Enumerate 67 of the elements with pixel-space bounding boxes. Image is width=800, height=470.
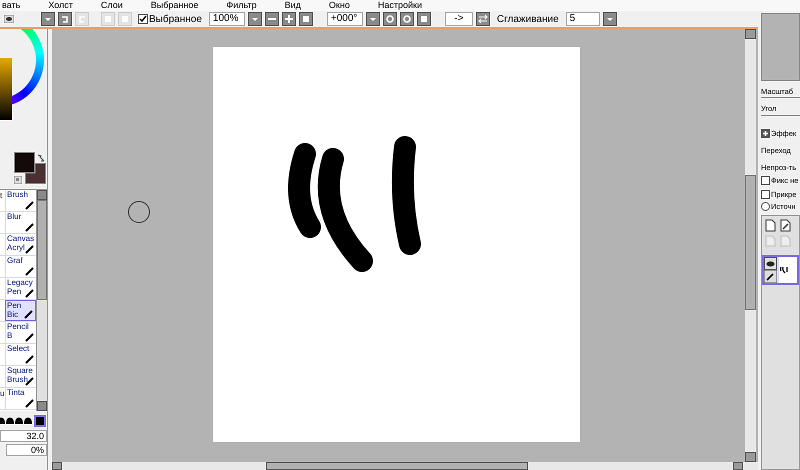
brush-size-field[interactable]: 32.0 (0, 430, 47, 442)
angle-field[interactable]: +000° (326, 12, 363, 26)
undo-button[interactable] (58, 12, 72, 26)
horizontal-scrollbar[interactable] (52, 462, 758, 470)
new-layer-icon[interactable] (765, 219, 776, 232)
menu-item[interactable]: Окно (328, 0, 350, 11)
menu-item[interactable]: Вид (284, 0, 301, 11)
dropdown-button[interactable] (41, 12, 55, 26)
smoothing-dropdown-button[interactable] (602, 12, 617, 26)
brush-cursor (128, 201, 150, 223)
menu-item[interactable]: Слои (100, 0, 123, 11)
tool-scrollbar[interactable] (36, 190, 47, 411)
pen-icon (25, 244, 35, 254)
menu-item[interactable]: Выбранное (150, 0, 198, 11)
vertical-scrollbar[interactable] (745, 29, 756, 462)
pen-icon[interactable] (764, 270, 777, 283)
pen-icon (25, 200, 35, 210)
square-icon (120, 14, 130, 24)
pen-icon (25, 266, 35, 276)
expand-icon[interactable] (761, 128, 770, 138)
square-icon (418, 14, 429, 24)
pen-icon (25, 354, 35, 364)
circle-icon (402, 14, 412, 24)
tool-preset[interactable]: Pen Bic (5, 300, 36, 321)
menu-item[interactable]: Фильтр (226, 0, 257, 11)
menu-item[interactable]: Холст (48, 0, 73, 11)
selection-checkbox[interactable]: Выбранное (138, 12, 202, 26)
pen-icon (25, 222, 35, 232)
new-vector-layer-icon[interactable] (780, 219, 791, 232)
eye-shape-icon (766, 260, 775, 266)
check-icon (139, 15, 147, 23)
tool-label: t (0, 191, 2, 200)
pen-icon (24, 309, 34, 319)
rotate-left-button[interactable] (382, 12, 397, 26)
menu-item[interactable]: Настройки (378, 0, 422, 11)
pen-icon (25, 332, 35, 342)
color-square[interactable] (0, 58, 12, 120)
angle-dropdown-button[interactable] (366, 12, 380, 26)
stroke-thumbnail-icon (779, 266, 789, 274)
flip-field[interactable]: -> (444, 12, 473, 26)
navigator-preview (761, 13, 800, 81)
smoothing-label: Сглаживание (496, 12, 559, 26)
square-icon (103, 14, 113, 24)
pen-icon (25, 398, 35, 408)
zoom-dropdown-button[interactable] (248, 12, 262, 26)
zoom-reset-button[interactable] (298, 12, 313, 26)
min-size-field[interactable]: 0% (6, 444, 47, 456)
rotate-reset-button[interactable] (416, 12, 431, 26)
brush-shape-icon[interactable] (15, 415, 23, 427)
circle-icon (384, 14, 395, 24)
layer-row[interactable] (762, 255, 799, 285)
plus-icon (284, 14, 294, 24)
square-icon (300, 14, 311, 24)
flip-button[interactable] (476, 12, 490, 26)
zoom-field[interactable]: 100% (208, 12, 245, 26)
zoom-in-button[interactable] (282, 12, 296, 26)
reset-colors-icon[interactable] (14, 176, 22, 184)
brush-shape-icon[interactable] (24, 415, 32, 427)
menu-item[interactable]: вать (2, 0, 20, 11)
zoom-out-button[interactable] (264, 12, 279, 26)
secondary-color-swatch[interactable] (25, 163, 46, 184)
smoothing-field[interactable]: 5 (566, 12, 600, 26)
swap-icon (478, 14, 488, 24)
pen-icon (25, 288, 35, 298)
rotate-right-button[interactable] (400, 12, 414, 26)
primary-color-swatch[interactable] (14, 152, 35, 173)
tool-label: u (0, 389, 4, 398)
